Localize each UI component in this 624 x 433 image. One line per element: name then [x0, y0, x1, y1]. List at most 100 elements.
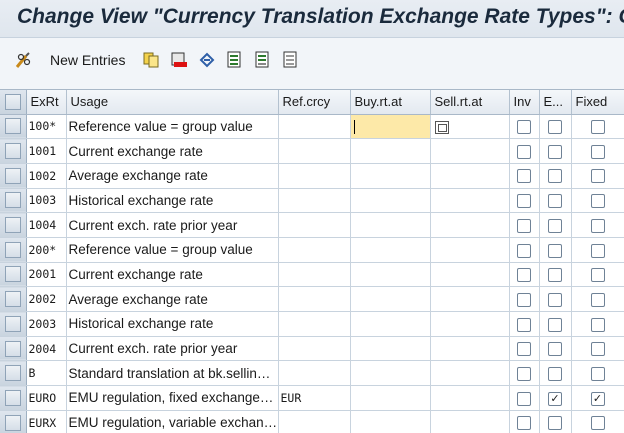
sell-rate-at-cell[interactable]: [430, 138, 510, 164]
refcrcy-cell[interactable]: [278, 237, 351, 263]
header-fixed[interactable]: Fixed: [571, 90, 624, 115]
usage-cell[interactable]: Current exchange rate: [66, 138, 279, 164]
copy-button[interactable]: [142, 49, 160, 71]
sell-rate-at-cell[interactable]: [430, 188, 510, 214]
e-checkbox[interactable]: [548, 120, 562, 135]
fixed-checkbox[interactable]: [590, 317, 605, 332]
buy-rate-at-cell[interactable]: [350, 286, 431, 312]
display-change-button[interactable]: [15, 49, 33, 71]
row-selector[interactable]: [0, 311, 27, 337]
sell-rate-at-cell[interactable]: [430, 360, 510, 387]
exrt-cell[interactable]: 2004: [26, 336, 67, 362]
usage-cell[interactable]: EMU regulation, variable exchan…: [66, 410, 279, 433]
value-help-icon[interactable]: [434, 120, 449, 134]
select-block-button[interactable]: [254, 49, 272, 71]
e-checkbox[interactable]: [548, 366, 562, 381]
refcrcy-cell[interactable]: [278, 262, 351, 288]
refcrcy-cell[interactable]: EUR: [278, 385, 351, 411]
e-checkbox[interactable]: [548, 169, 562, 184]
inv-checkbox[interactable]: [517, 366, 531, 381]
exrt-cell[interactable]: 2003: [26, 311, 67, 337]
sell-rate-at-cell[interactable]: [430, 410, 510, 433]
e-checkbox[interactable]: [548, 292, 562, 307]
usage-cell[interactable]: Standard translation at bk.sellin…: [66, 360, 279, 387]
row-selector[interactable]: [0, 286, 27, 312]
fixed-checkbox[interactable]: [590, 120, 605, 135]
e-checkbox[interactable]: [548, 243, 562, 258]
sell-rate-at-cell[interactable]: [430, 114, 510, 140]
buy-rate-at-cell[interactable]: [350, 410, 431, 433]
header-exrt[interactable]: ExRt: [26, 90, 67, 115]
select-all-button[interactable]: [226, 49, 244, 71]
row-selector[interactable]: [0, 188, 27, 214]
row-selector[interactable]: [0, 114, 27, 140]
usage-cell[interactable]: Current exch. rate prior year: [66, 336, 279, 362]
inv-checkbox[interactable]: [517, 317, 531, 332]
fixed-checkbox[interactable]: [590, 218, 605, 233]
exrt-cell[interactable]: 200*: [26, 237, 67, 263]
buy-rate-at-cell[interactable]: [350, 360, 431, 387]
inv-checkbox[interactable]: [517, 194, 531, 209]
inv-checkbox[interactable]: [517, 218, 531, 233]
delete-button[interactable]: [170, 49, 188, 71]
fixed-checkbox[interactable]: [590, 292, 605, 307]
row-selector[interactable]: [0, 138, 27, 164]
header-usage[interactable]: Usage: [66, 90, 279, 115]
undo-change-button[interactable]: [198, 49, 216, 71]
row-selector[interactable]: [0, 385, 27, 411]
exrt-cell[interactable]: EURX: [26, 410, 67, 433]
usage-cell[interactable]: Average exchange rate: [66, 286, 279, 312]
e-checkbox[interactable]: [548, 268, 562, 283]
fixed-checkbox[interactable]: ✓: [590, 391, 605, 406]
refcrcy-cell[interactable]: [278, 311, 351, 337]
sell-rate-at-cell[interactable]: [430, 385, 510, 411]
buy-rate-at-cell[interactable]: [350, 188, 431, 214]
e-checkbox[interactable]: [548, 416, 562, 431]
buy-rate-at-cell[interactable]: [350, 138, 431, 164]
header-e[interactable]: E...: [539, 90, 572, 115]
buy-rate-at-cell[interactable]: [350, 385, 431, 411]
buy-rate-at-cell[interactable]: [350, 163, 431, 189]
new-entries-button[interactable]: New Entries: [44, 49, 125, 71]
exrt-cell[interactable]: EURO: [26, 385, 67, 411]
sell-rate-at-cell[interactable]: [430, 212, 510, 238]
header-refcrcy[interactable]: Ref.crcy: [278, 90, 351, 115]
refcrcy-cell[interactable]: [278, 336, 351, 362]
exrt-cell[interactable]: 1003: [26, 188, 67, 214]
e-checkbox[interactable]: [548, 218, 562, 233]
refcrcy-cell[interactable]: [278, 212, 351, 238]
row-selector[interactable]: [0, 336, 27, 362]
header-buy-rate-at[interactable]: Buy.rt.at: [350, 90, 431, 115]
refcrcy-cell[interactable]: [278, 163, 351, 189]
usage-cell[interactable]: Reference value = group value: [66, 114, 279, 140]
fixed-checkbox[interactable]: [590, 194, 605, 209]
exrt-cell[interactable]: 1002: [26, 163, 67, 189]
inv-checkbox[interactable]: [517, 268, 531, 283]
fixed-checkbox[interactable]: [590, 342, 605, 357]
inv-checkbox[interactable]: [517, 243, 531, 258]
sell-rate-at-cell[interactable]: [430, 286, 510, 312]
inv-checkbox[interactable]: [517, 342, 531, 357]
e-checkbox[interactable]: [548, 317, 562, 332]
e-checkbox[interactable]: [548, 342, 562, 357]
refcrcy-cell[interactable]: [278, 114, 351, 140]
inv-checkbox[interactable]: [517, 391, 531, 406]
exrt-cell[interactable]: 100*: [26, 114, 67, 140]
usage-cell[interactable]: Historical exchange rate: [66, 188, 279, 214]
inv-checkbox[interactable]: [517, 169, 531, 184]
refcrcy-cell[interactable]: [278, 188, 351, 214]
usage-cell[interactable]: Historical exchange rate: [66, 311, 279, 337]
usage-cell[interactable]: Reference value = group value: [66, 237, 279, 263]
usage-cell[interactable]: EMU regulation, fixed exchange…: [66, 385, 279, 411]
inv-checkbox[interactable]: [517, 416, 531, 431]
header-sell-rate-at[interactable]: Sell.rt.at: [430, 90, 510, 115]
buy-rate-at-cell[interactable]: [350, 262, 431, 288]
sell-rate-at-cell[interactable]: [430, 163, 510, 189]
refcrcy-cell[interactable]: [278, 410, 351, 433]
buy-rate-at-cell[interactable]: [350, 212, 431, 238]
row-selector[interactable]: [0, 163, 27, 189]
deselect-all-button[interactable]: [282, 49, 300, 71]
fixed-checkbox[interactable]: [590, 366, 605, 381]
exrt-cell[interactable]: 1001: [26, 138, 67, 164]
buy-rate-at-cell[interactable]: [350, 336, 431, 362]
